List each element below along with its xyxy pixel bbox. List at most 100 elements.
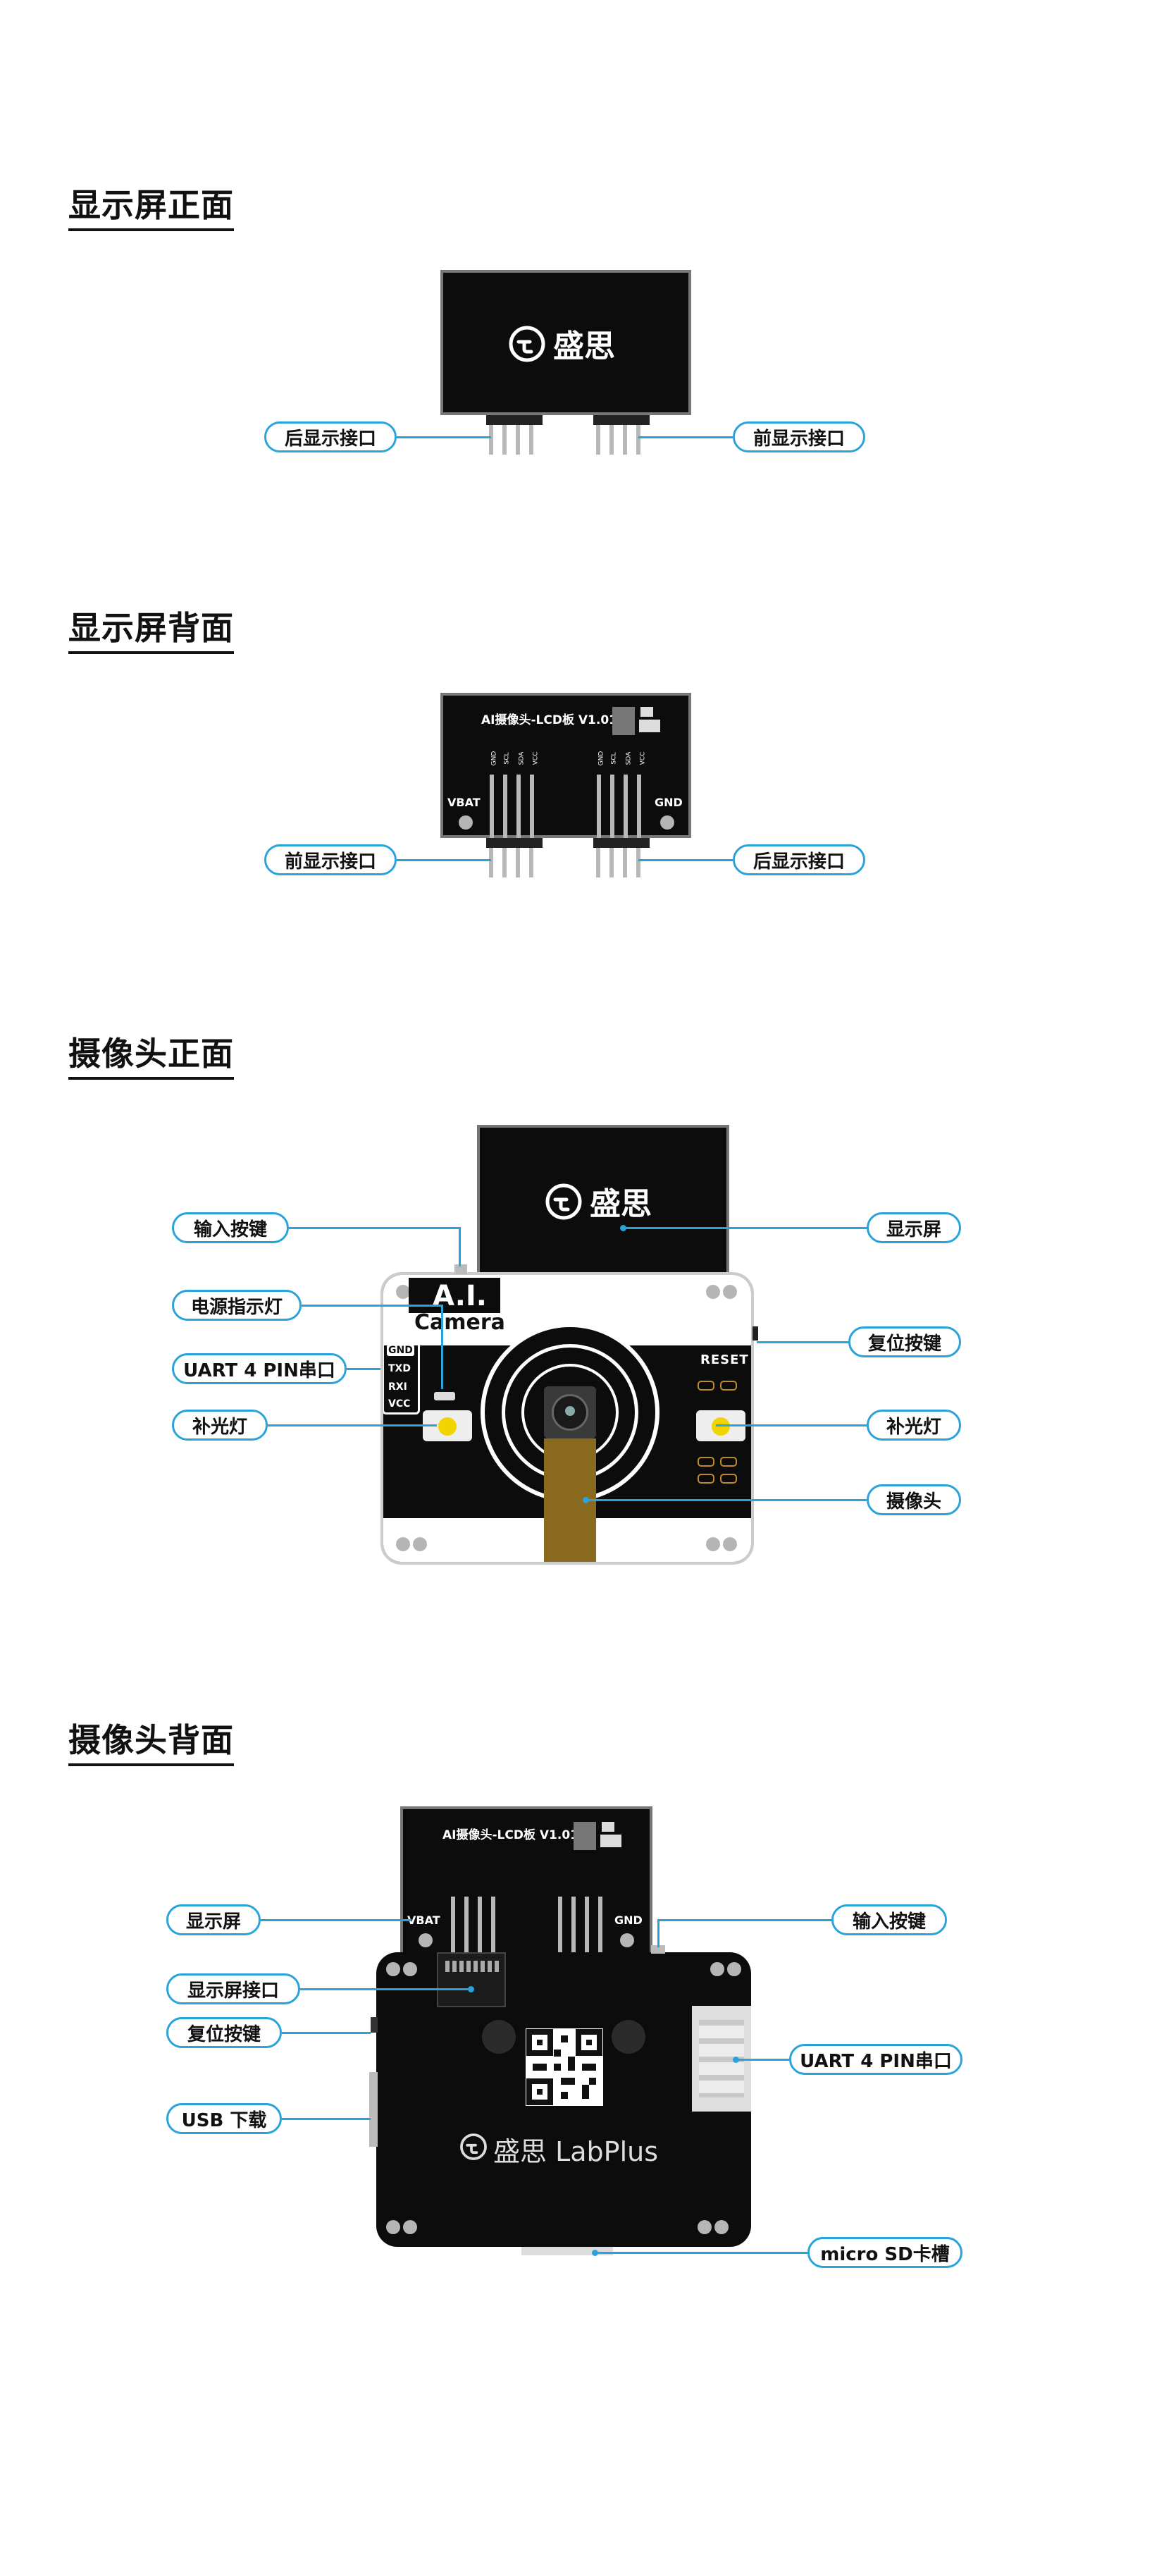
pin (502, 425, 507, 455)
pin (516, 775, 521, 838)
usb-port[interactable] (369, 2072, 378, 2147)
pin (636, 848, 640, 877)
mount-hole (620, 1933, 634, 1947)
leader-line (596, 2252, 807, 2254)
pin-text: VCC (639, 751, 647, 765)
standoff-left (482, 2020, 516, 2054)
pin (610, 775, 614, 838)
mount-hole (660, 815, 674, 830)
label-uart-port: UART 4 PIN串口 (172, 1353, 347, 1384)
pin-text: VCC (532, 751, 540, 765)
pin (624, 775, 628, 838)
label-display: 显示屏 (166, 1904, 261, 1935)
fill-light-led (712, 1417, 730, 1436)
pin (530, 775, 534, 838)
pin (489, 848, 493, 877)
display-logo-text: 盛思 (590, 1186, 652, 1222)
smd-chip (612, 707, 635, 735)
pin (597, 775, 601, 838)
mount-hole (413, 1537, 427, 1551)
mount-hole (727, 1962, 741, 1976)
reset-button[interactable] (752, 1326, 758, 1341)
mount-hole (706, 1285, 720, 1299)
pin (489, 425, 493, 455)
display-logo-text: 盛思 (553, 328, 615, 364)
pin (598, 1897, 602, 1960)
pad (698, 1457, 714, 1467)
uart-pin-text: TXD (388, 1363, 411, 1374)
uart-pin-text: GND (387, 1345, 414, 1356)
vbat-label: VBAT (407, 1913, 440, 1927)
camera-board-back: 盛思 LabPlus (376, 1952, 751, 2247)
label-fill-light-left: 补光灯 (172, 1410, 268, 1441)
leader-line (737, 2059, 789, 2061)
leader-line (300, 1988, 471, 1990)
micro-sd-slot[interactable] (521, 2247, 613, 2255)
pin (636, 425, 640, 455)
smd-chip (639, 720, 660, 732)
smd-chip (640, 707, 653, 717)
label-reset-button: 复位按键 (166, 2017, 282, 2048)
board-version-text: AI摄像头-LCD板 V1.01 (481, 713, 617, 727)
leader-line (261, 1919, 411, 1921)
smd-chip (600, 1835, 621, 1847)
leader-line (302, 1305, 442, 1307)
label-fill-light-right: 补光灯 (867, 1410, 961, 1441)
leader-line (441, 1305, 443, 1389)
pin (464, 1897, 469, 1960)
shengsi-logo-icon (460, 2133, 487, 2160)
pin-legend-left: GND SCL SDA VCC (487, 751, 543, 769)
section-title-display-back: 显示屏背面 (68, 608, 234, 654)
mount-hole (714, 2220, 729, 2234)
pin-text: SDA (625, 751, 633, 765)
leader-line (347, 1368, 380, 1370)
label-input-button: 输入按键 (831, 1904, 947, 1935)
pin (502, 848, 507, 877)
section-title-camera-back: 摄像头背面 (68, 1720, 234, 1766)
label-display: 显示屏 (867, 1212, 961, 1243)
label-reset-button: 复位按键 (848, 1326, 961, 1357)
uart-pin-box: GND TXD RXI VCC (383, 1340, 420, 1415)
mount-hole (396, 1285, 410, 1299)
smd-chip (574, 1822, 596, 1850)
board-version-text: AI摄像头-LCD板 V1.01 (442, 1828, 578, 1842)
pin (571, 1897, 576, 1960)
section-title-camera-front: 摄像头正面 (68, 1033, 234, 1080)
pin-text: SCL (503, 752, 511, 765)
label-input-button: 输入按键 (172, 1212, 289, 1243)
leader-line (289, 1227, 461, 1229)
pin (623, 425, 627, 455)
leader-line (638, 859, 733, 861)
pin (596, 425, 600, 455)
connector-pins (445, 1961, 499, 1972)
pin-text: SDA (518, 751, 526, 765)
rear-display-header (593, 838, 650, 848)
front-display-header (486, 838, 543, 848)
power-led (434, 1392, 455, 1400)
pad (698, 1381, 714, 1391)
camera-board-front: A.I. Camera RESET GND TXD RXI VCC (380, 1272, 754, 1565)
leader-line (268, 1424, 437, 1426)
camera-text: Camera (414, 1310, 505, 1335)
uart-pin-text: VCC (388, 1398, 411, 1410)
label-camera: 摄像头 (867, 1484, 961, 1515)
standoff-right (612, 2020, 645, 2054)
camera-module (544, 1386, 596, 1438)
label-uart-port: UART 4 PIN串口 (789, 2044, 962, 2075)
label-rear-display-port: 后显示接口 (264, 421, 397, 452)
display-board-front: 盛思 (440, 270, 691, 415)
shengsi-logo-icon (545, 1183, 582, 1220)
front-display-header (593, 415, 650, 425)
label-usb-download: USB 下载 (166, 2103, 282, 2134)
pad (720, 1457, 737, 1467)
pad (698, 1474, 714, 1484)
leader-line (657, 1919, 659, 1947)
input-button[interactable] (454, 1264, 467, 1274)
reset-button[interactable] (371, 2017, 378, 2033)
mount-hole (710, 1962, 724, 1976)
pin (585, 1897, 589, 1960)
label-front-display-port: 前显示接口 (264, 844, 397, 875)
pin (516, 425, 520, 455)
pin (529, 848, 533, 877)
mount-hole (403, 1962, 417, 1976)
